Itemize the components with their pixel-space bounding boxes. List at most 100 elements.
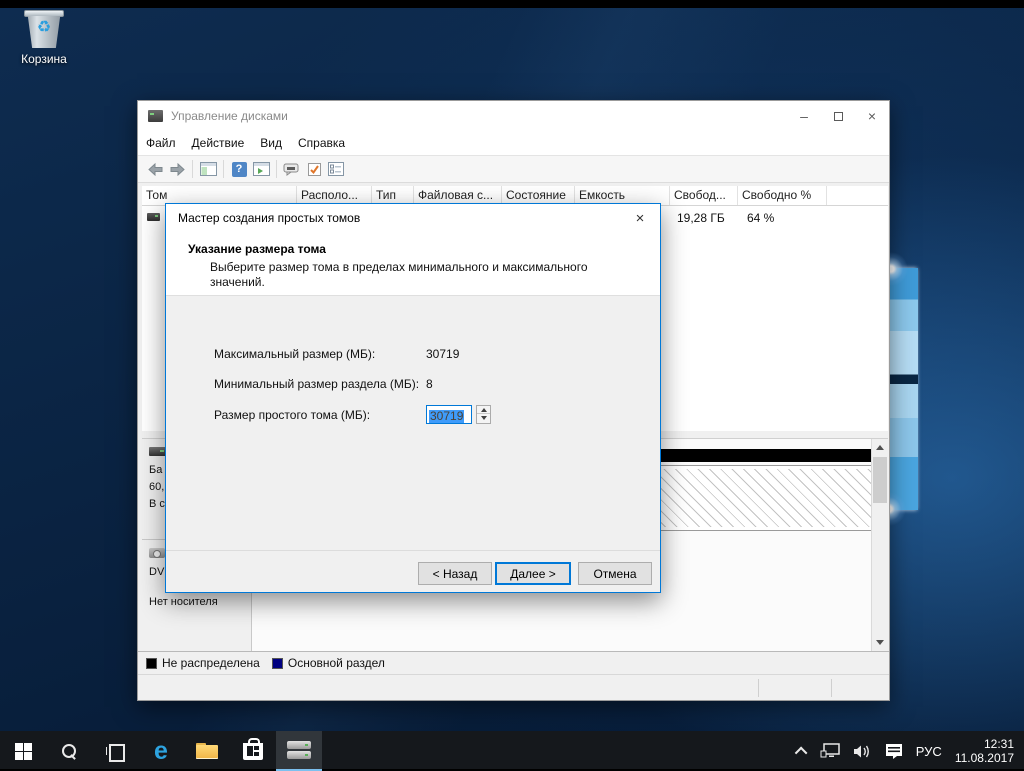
show-console-icon[interactable] <box>250 159 272 179</box>
toolbar-separator <box>276 160 277 178</box>
disk-management-icon <box>287 741 311 759</box>
wallpaper-windows-logo <box>888 268 918 510</box>
legend-unallocated-swatch <box>146 657 157 669</box>
taskbar: e РУС 12:31 11.08.2017 <box>0 731 1024 771</box>
action-center-icon[interactable] <box>885 743 903 759</box>
volume-free-percent: 64 % <box>747 211 775 225</box>
next-button[interactable]: Далее > <box>495 562 571 585</box>
dialog-titlebar[interactable]: Мастер создания простых томов × <box>166 204 660 232</box>
legend-primary: Основной раздел <box>271 656 385 670</box>
menu-view[interactable]: Вид <box>252 131 290 155</box>
legend-bar: Не распределена Основной раздел <box>138 651 889 674</box>
recycle-bin-shortcut[interactable]: ♻ Корзина <box>12 10 76 66</box>
scroll-up-icon <box>876 445 884 450</box>
maximize-icon <box>833 111 843 121</box>
edge-icon: e <box>154 736 168 765</box>
menu-bar: Файл Действие Вид Справка <box>138 131 889 155</box>
volume-row-icon <box>147 213 160 221</box>
dialog-subtitle: Выберите размер тома в пределах минималь… <box>210 260 588 289</box>
clock-time: 12:31 <box>983 737 1014 751</box>
spinner-down-button[interactable] <box>477 414 490 422</box>
scroll-up-button[interactable] <box>872 439 888 456</box>
store-icon <box>243 737 263 760</box>
back-icon[interactable] <box>144 159 166 179</box>
new-simple-volume-wizard: Мастер создания простых томов × Указание… <box>165 203 661 593</box>
dialog-close-button[interactable]: × <box>620 204 660 232</box>
max-size-value: 30719 <box>426 347 460 361</box>
task-view-icon <box>106 744 125 762</box>
checklist-icon[interactable] <box>303 159 325 179</box>
forward-icon[interactable] <box>166 159 188 179</box>
help-icon[interactable]: ? <box>228 159 250 179</box>
properties-icon[interactable] <box>325 159 347 179</box>
column-header-empty <box>827 186 883 205</box>
folder-icon <box>196 743 218 759</box>
console-tree-icon[interactable] <box>197 159 219 179</box>
disk-management-taskbar-button[interactable] <box>276 731 322 771</box>
status-separator <box>831 679 832 697</box>
language-indicator[interactable]: РУС <box>916 744 942 759</box>
recycle-bin-label: Корзина <box>21 52 67 66</box>
window-titlebar[interactable]: Управление дисками – × <box>138 101 889 131</box>
screen-top-letterbox <box>0 0 1024 8</box>
window-title: Управление дисками <box>171 109 288 123</box>
store-button[interactable] <box>230 731 276 771</box>
legend-primary-label: Основной раздел <box>287 656 385 670</box>
clock[interactable]: 12:31 11.08.2017 <box>955 737 1014 765</box>
column-header-free[interactable]: Свобод... <box>670 186 738 205</box>
task-view-button[interactable] <box>92 731 138 771</box>
windows-logo-icon <box>14 742 32 760</box>
status-bar <box>138 674 889 700</box>
menu-file[interactable]: Файл <box>138 131 184 155</box>
volume-size-input[interactable]: 30719 <box>426 405 472 424</box>
system-tray: РУС 12:31 11.08.2017 <box>794 731 1024 771</box>
volume-free-space: 19,28 ГБ <box>677 211 725 225</box>
file-explorer-button[interactable] <box>184 731 230 771</box>
dialog-heading: Указание размера тома <box>188 242 326 256</box>
volume-size-spinner <box>476 405 491 424</box>
max-size-label: Максимальный размер (МБ): <box>214 347 376 361</box>
recycle-bin-icon <box>24 10 64 17</box>
menu-action[interactable]: Действие <box>184 131 253 155</box>
start-button[interactable] <box>0 731 46 771</box>
clock-date: 11.08.2017 <box>954 751 1014 765</box>
desktop: ♻ Корзина Управление дисками – × Файл Де… <box>0 0 1024 771</box>
scroll-down-button[interactable] <box>872 634 888 651</box>
scrollbar-thumb[interactable] <box>873 457 887 503</box>
toolbar-separator <box>192 160 193 178</box>
spinner-down-icon <box>480 416 487 420</box>
spinner-up-button[interactable] <box>477 406 490 414</box>
scroll-down-icon <box>876 640 884 645</box>
spinner-up-icon <box>480 407 487 412</box>
vertical-scrollbar[interactable] <box>871 439 888 651</box>
disk-tip-icon[interactable] <box>281 159 303 179</box>
network-icon[interactable] <box>820 743 840 759</box>
close-button[interactable]: × <box>855 101 889 131</box>
edge-button[interactable]: e <box>138 731 184 771</box>
legend-unallocated-label: Не распределена <box>162 656 260 670</box>
minimize-button[interactable]: – <box>787 101 821 131</box>
button-area-divider <box>166 550 660 551</box>
toolbar: ? <box>138 155 889 183</box>
min-size-label: Минимальный размер раздела (МБ): <box>214 377 420 391</box>
no-media-text: Нет носителя <box>149 596 218 608</box>
min-size-value: 8 <box>426 377 433 391</box>
recycle-symbol-icon: ♻ <box>36 19 52 36</box>
volume-size-selected-text: 30719 <box>429 409 465 423</box>
search-button[interactable] <box>46 731 92 771</box>
cdrom-icon <box>149 548 165 558</box>
back-button[interactable]: < Назад <box>418 562 492 585</box>
legend-primary-swatch <box>271 657 283 669</box>
volume-size-label: Размер простого тома (МБ): <box>214 408 371 422</box>
search-icon <box>62 744 76 758</box>
dialog-title: Мастер создания простых томов <box>178 211 361 225</box>
volume-icon[interactable] <box>853 744 872 759</box>
cancel-button[interactable]: Отмена <box>578 562 652 585</box>
status-separator <box>758 679 759 697</box>
column-header-free-percent[interactable]: Свободно % <box>738 186 827 205</box>
menu-help[interactable]: Справка <box>290 131 353 155</box>
tray-overflow-chevron-icon[interactable] <box>794 746 808 759</box>
toolbar-separator <box>223 160 224 178</box>
disk-management-app-icon <box>148 110 163 122</box>
maximize-button[interactable] <box>821 101 855 131</box>
